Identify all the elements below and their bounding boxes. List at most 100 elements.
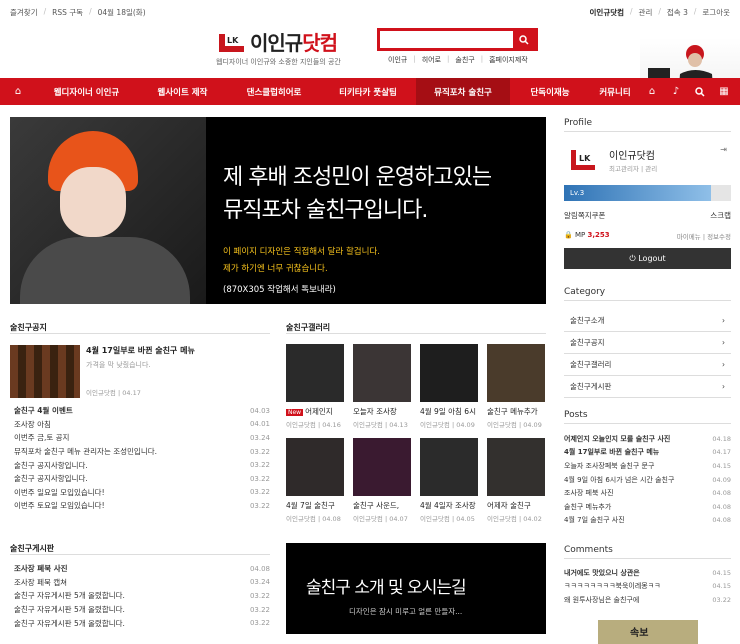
profile-role: 최고관리자 | 관리	[609, 165, 658, 173]
list-item-date: 03.22	[249, 488, 270, 497]
list-item-title: 왜 원투사장님은 술친구에	[564, 595, 640, 604]
list-item[interactable]: 술친구 공지사항입니다. 03.22	[14, 458, 270, 472]
notice-list: 술친구 4월 이벤트 04.03 조사장 아침 04.01 이번주 금,토 공지 03.2…	[14, 404, 270, 513]
message-link[interactable]: 쪽지	[578, 210, 592, 221]
list-item-date: 04.15	[712, 568, 731, 577]
list-item[interactable]: 내거에도 맛있으니 상관은 04.15	[564, 566, 731, 580]
list-item-date: 04.18	[712, 434, 731, 443]
nav-item-website[interactable]: 웹사이트 제작	[137, 78, 228, 105]
gallery-section-title[interactable]: 술친구갤러리	[286, 322, 330, 333]
list-item[interactable]: 왜 원투사장님은 술친구에 03.22	[564, 593, 731, 607]
list-item-date: 04.03	[249, 406, 270, 415]
list-item[interactable]: 이번주 금,토 공지 03.24	[14, 431, 270, 445]
site-name-link[interactable]: 이인규닷컴	[590, 7, 625, 18]
list-item-date: 04.08	[712, 502, 731, 511]
list-item[interactable]: 술친구 공지사항입니다. 03.22	[14, 472, 270, 486]
exit-icon[interactable]: ⇥	[720, 145, 727, 154]
list-item-title: 오늘자 조사장페북 술친구 문구	[564, 461, 655, 470]
list-item[interactable]: 오늘자 조사장페북 술친구 문구 04.15	[564, 459, 731, 473]
nav-item-community[interactable]: 커뮤니티	[590, 78, 640, 105]
list-item-title: 어제인지 오늘인지 모를 술친구 사진	[564, 434, 671, 443]
main-banner[interactable]: 제 후배 조성민이 운영하고있는 뮤직포차 술친구입니다. 이 페이지 디자인은 …	[10, 117, 546, 304]
category-label: 술친구갤러리	[570, 360, 612, 369]
nav-item-danceclub[interactable]: 댄스클럽히어로	[228, 78, 320, 105]
logout-link[interactable]: 로그아웃	[702, 7, 730, 18]
list-item[interactable]: 뮤직포차 술친구 메뉴 관리자는 조성민입니다. 03.22	[14, 445, 270, 459]
quicklink-3[interactable]: 술친구	[455, 55, 474, 65]
notice-section-title[interactable]: 술친구공지	[10, 322, 47, 333]
nav-item-talent[interactable]: 단독이재능	[510, 78, 590, 105]
gallery-item-meta: 이인규닷컴 | 04.09	[487, 421, 542, 429]
list-item[interactable]: 술친구 4월 이벤트 04.03	[14, 404, 270, 418]
list-item[interactable]: 조사장 페북 사진 04.08	[564, 486, 731, 500]
scrap-link[interactable]: 스크랩	[710, 210, 731, 221]
notification-link[interactable]: 알림	[564, 210, 578, 221]
quicklink-4[interactable]: 홈페이지제작	[489, 55, 528, 65]
grid-menu-icon[interactable]: ▦	[712, 78, 736, 105]
list-item[interactable]: 술친구 자유게시판 5개 올렸합니다. 03.22	[14, 616, 270, 630]
gallery-thumbnail	[353, 438, 411, 496]
profile-name: 이인규닷컴	[609, 151, 655, 162]
list-item-title: ㅋㅋㅋㅋㅋㅋㅋㅋ북욱이레몽ㅋㅋ	[564, 582, 661, 591]
list-item-date: 03.22	[249, 474, 270, 483]
gallery-item[interactable]: New 어제인지 이인규닷컴 | 04.16	[286, 344, 344, 429]
list-item[interactable]: 술친구 메뉴추가 04.08	[564, 500, 731, 514]
category-item[interactable]: 술친구공지 ›	[564, 332, 731, 354]
search-input[interactable]	[380, 31, 513, 48]
bookmark-link[interactable]: 즐겨찾기	[10, 7, 38, 18]
gallery-item[interactable]: 오늘자 조사장 이인규닷컴 | 04.13	[353, 344, 411, 429]
list-item-title: 이번주 일요일 모입있습니다!	[14, 487, 105, 497]
list-item-date: 04.08	[712, 489, 731, 498]
search-icon[interactable]	[688, 78, 712, 105]
level-bar: Lv.3	[564, 185, 731, 201]
list-item[interactable]: 조사장 아침 04.01	[14, 418, 270, 432]
nav-item-musicpocha[interactable]: 뮤직포차 술친구	[416, 78, 510, 105]
posts-title: Posts	[564, 410, 588, 420]
home-icon[interactable]: ⌂	[0, 78, 36, 105]
list-item[interactable]: 이번주 토요일 모임있습니다! 03.22	[14, 499, 270, 513]
list-item[interactable]: 이번주 일요일 모입있습니다! 03.22	[14, 486, 270, 500]
list-item[interactable]: 4월 9일 아침 6시가 넘은 시간 술친구 04.09	[564, 473, 731, 487]
gallery-item[interactable]: 4월 7일 술친구 이인규닷컴 | 04.08	[286, 438, 344, 523]
search-button[interactable]	[513, 31, 535, 48]
list-item-title: 술친구 공지사항입니다.	[14, 460, 88, 470]
gallery-item[interactable]: 술친구 메뉴추가 이인규닷컴 | 04.09	[487, 344, 545, 429]
gallery-item[interactable]: 어제자 술친구 이인규닷컴 | 04.02	[487, 438, 545, 523]
list-item[interactable]: 술친구 자유게시판 5개 올렸합니다. 03.22	[14, 603, 270, 617]
nav-item-designer[interactable]: 웹디자이너 이인규	[36, 78, 137, 105]
rss-link[interactable]: RSS 구독	[52, 7, 83, 18]
category-item[interactable]: 술친구소개 ›	[564, 310, 731, 332]
list-item-title: 술친구 자유게시판 5개 올렸합니다.	[14, 618, 125, 628]
gallery-item[interactable]: 4월 4일자 조사장 이인규닷컴 | 04.05	[420, 438, 478, 523]
gallery-item[interactable]: 4월 9일 아침 6시 이인규닷컴 | 04.09	[420, 344, 478, 429]
profile-menu-links[interactable]: 마이메뉴 | 정보수정	[677, 231, 731, 241]
logout-button[interactable]: ⏻ Logout	[564, 248, 731, 269]
list-item[interactable]: 4월 7일 술친구 사진 04.08	[564, 514, 731, 528]
list-item[interactable]: ㅋㅋㅋㅋㅋㅋㅋㅋ북욱이레몽ㅋㅋ 04.15	[564, 580, 731, 594]
notice-feature[interactable]: 4월 17일부로 바뀐 술친구 메뉴 가격을 막 낮췄습니다. 이인규닷컴 | …	[10, 345, 270, 398]
list-item[interactable]: 어제인지 오늘인지 모를 술친구 사진 04.18	[564, 432, 731, 446]
list-item-date: 03.24	[249, 578, 270, 587]
quicklink-1[interactable]: 이인규	[388, 55, 407, 65]
ad-banner[interactable]: 속보	[598, 620, 698, 644]
list-item[interactable]: 술친구 자유게시판 5개 올렸합니다. 03.22	[14, 589, 270, 603]
home-icon[interactable]: ⌂	[640, 78, 664, 105]
admin-link[interactable]: 관리	[639, 7, 653, 18]
list-item[interactable]: 조사장 폐북 사진 04.08	[14, 562, 270, 576]
gallery-item[interactable]: 술친구 사운드, 이인규닷컴 | 04.07	[353, 438, 411, 523]
list-item-date: 04.08	[712, 516, 731, 525]
category-item[interactable]: 술친구게시판 ›	[564, 376, 731, 398]
quicklink-2[interactable]: 히어로	[422, 55, 441, 65]
category-item[interactable]: 술친구갤러리 ›	[564, 354, 731, 376]
nav-item-futsal[interactable]: 티키타카 풋살팀	[320, 78, 416, 105]
visitor-count: 접속 3	[666, 8, 688, 17]
promo-banner[interactable]: 술친구 소개 및 오시는길 디자인은 잠시 미루고 얼른 만들자...	[286, 543, 546, 634]
board-section-title[interactable]: 술친구게시판	[10, 543, 54, 554]
list-item[interactable]: 4월 17일부로 바뀐 술친구 메뉴 04.17	[564, 446, 731, 460]
site-logo[interactable]: LK 이인규닷컴	[216, 27, 338, 56]
coupon-link[interactable]: 쿠폰	[592, 210, 606, 221]
gallery-item-title: 4월 4일자 조사장	[420, 501, 476, 510]
bell-icon[interactable]: ♪	[664, 78, 688, 105]
list-item[interactable]: 조사장 페북 캡쳐 03.24	[14, 576, 270, 590]
list-item-date: 03.22	[249, 591, 270, 600]
